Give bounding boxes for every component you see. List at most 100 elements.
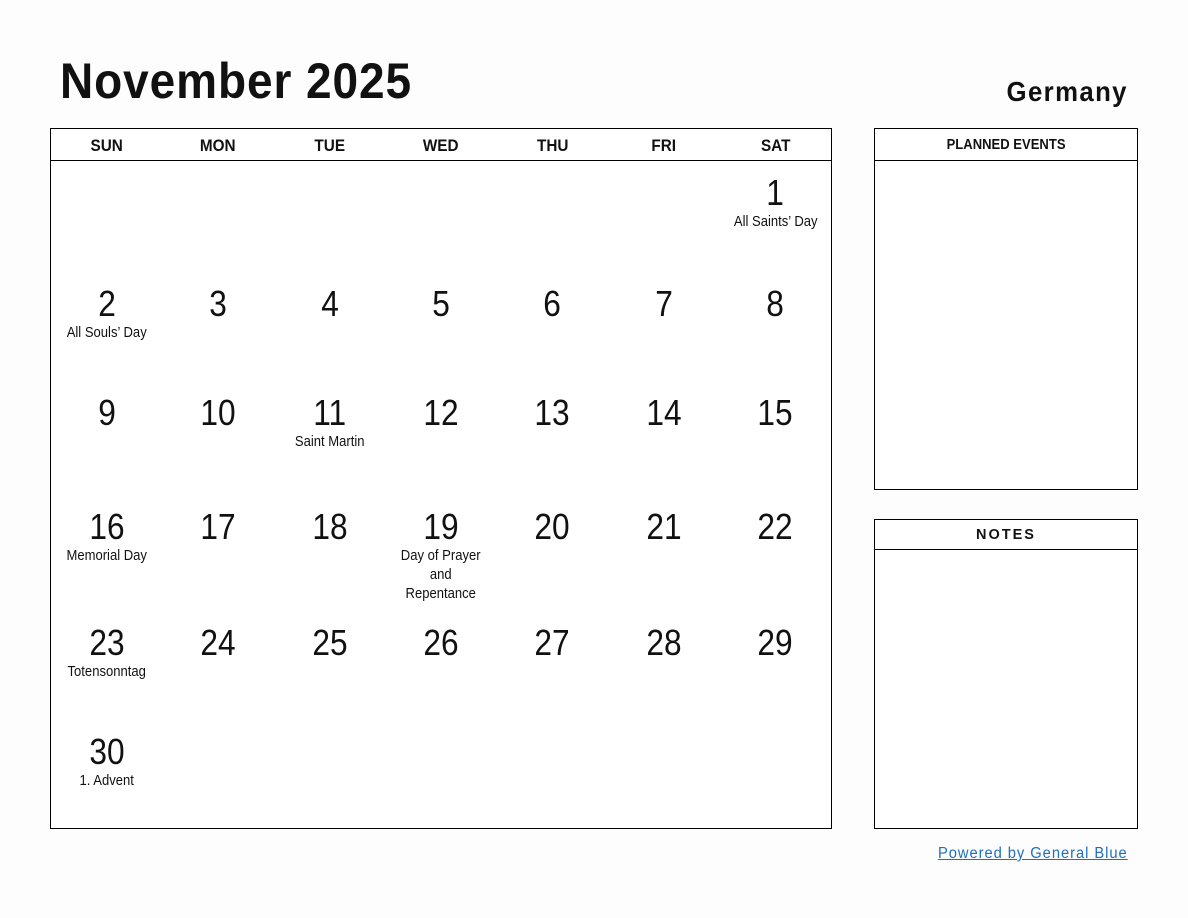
- weekday-tue: TUE: [314, 136, 345, 155]
- day-cell[interactable]: 4: [274, 272, 385, 381]
- day-number: 18: [311, 506, 348, 547]
- empty-cell: [497, 720, 608, 829]
- planned-events-label: PLANNED EVENTS: [946, 137, 1066, 153]
- day-number: 8: [766, 283, 785, 324]
- empty-cell: [385, 161, 496, 272]
- day-cell[interactable]: 8: [720, 272, 831, 381]
- empty-cell: [274, 720, 385, 829]
- day-number: 20: [534, 506, 571, 547]
- holiday-label-line: Repentance: [405, 586, 477, 602]
- day-number: 22: [757, 506, 793, 547]
- day-cell[interactable]: 6: [497, 272, 608, 381]
- day-number: 11: [313, 392, 347, 433]
- day-number: 23: [89, 622, 125, 663]
- empty-cell: [274, 161, 385, 272]
- empty-cell: [720, 720, 831, 829]
- month-calendar: SUN MON TUE WED THU FRI SAT 1 All Saints’…: [50, 128, 832, 829]
- holiday-label: Totensonntag: [67, 664, 146, 680]
- day-cell[interactable]: 10: [162, 381, 273, 495]
- powered-by-link[interactable]: Powered by General Blue: [938, 845, 1128, 863]
- day-number: 14: [646, 392, 682, 433]
- empty-cell: [162, 161, 273, 272]
- weekday-header: SUN MON TUE WED THU FRI SAT: [51, 129, 831, 161]
- day-number: 6: [543, 283, 562, 324]
- notes-panel: NOTES: [874, 519, 1138, 829]
- empty-cell: [51, 161, 162, 272]
- day-cell[interactable]: 16 Memorial Day: [51, 495, 162, 611]
- holiday-label: All Souls’ Day: [66, 325, 147, 341]
- day-number: 17: [200, 506, 236, 547]
- day-cell[interactable]: 2 All Souls’ Day: [51, 272, 162, 381]
- day-number: 4: [320, 283, 339, 324]
- day-cell[interactable]: 15: [720, 381, 831, 495]
- day-number: 1: [766, 172, 785, 213]
- day-cell[interactable]: 7: [608, 272, 719, 381]
- day-cell[interactable]: 24: [162, 611, 273, 720]
- weekday-mon: MON: [200, 136, 236, 155]
- empty-cell: [385, 720, 496, 829]
- day-cell[interactable]: 3: [162, 272, 273, 381]
- planned-events-panel: PLANNED EVENTS: [874, 128, 1138, 490]
- weekday-thu: THU: [536, 136, 569, 155]
- day-cell[interactable]: 17: [162, 495, 273, 611]
- day-number: 10: [200, 392, 236, 433]
- day-number: 21: [646, 506, 682, 547]
- day-cell[interactable]: 18: [274, 495, 385, 611]
- day-number: 16: [89, 506, 125, 547]
- day-cell[interactable]: 30 1. Advent: [51, 720, 162, 829]
- day-cell[interactable]: 19 Day of Prayer and Repentance: [385, 495, 496, 611]
- planned-events-area[interactable]: [875, 161, 1137, 489]
- day-cell[interactable]: 20: [497, 495, 608, 611]
- planned-events-header: PLANNED EVENTS: [875, 129, 1137, 161]
- holiday-label: 1. Advent: [79, 773, 134, 789]
- day-number: 25: [311, 622, 348, 663]
- day-cell[interactable]: 5: [385, 272, 496, 381]
- day-cell[interactable]: 11 Saint Martin: [274, 381, 385, 495]
- weekday-sat: SAT: [760, 136, 791, 155]
- day-number: 15: [757, 392, 793, 433]
- day-number: 24: [200, 622, 236, 663]
- day-cell[interactable]: 27: [497, 611, 608, 720]
- day-cell[interactable]: 21: [608, 495, 719, 611]
- day-number: 3: [209, 283, 227, 324]
- day-cell[interactable]: 12: [385, 381, 496, 495]
- day-number: 27: [534, 622, 571, 663]
- day-cell[interactable]: 28: [608, 611, 719, 720]
- holiday-label: Day of Prayer and Repentance: [391, 547, 491, 604]
- empty-cell: [608, 161, 719, 272]
- day-number: 12: [423, 392, 459, 433]
- notes-header: NOTES: [875, 520, 1137, 550]
- day-number: 26: [423, 622, 459, 663]
- holiday-label: Memorial Day: [66, 548, 147, 564]
- day-cell[interactable]: 23 Totensonntag: [51, 611, 162, 720]
- empty-cell: [162, 720, 273, 829]
- day-number: 13: [534, 392, 571, 433]
- day-cell[interactable]: 1 All Saints’ Day: [720, 161, 831, 272]
- day-cell[interactable]: 22: [720, 495, 831, 611]
- day-cell[interactable]: 29: [720, 611, 831, 720]
- day-cell[interactable]: 13: [497, 381, 608, 495]
- day-number: 29: [757, 622, 793, 663]
- day-cell[interactable]: 25: [274, 611, 385, 720]
- empty-cell: [497, 161, 608, 272]
- day-number: 30: [89, 731, 125, 772]
- day-number: 19: [423, 506, 459, 547]
- holiday-label-line: and: [430, 567, 452, 583]
- empty-cell: [608, 720, 719, 829]
- day-number: 9: [97, 392, 116, 433]
- weekday-wed: WED: [423, 136, 459, 155]
- day-number: 5: [432, 283, 450, 324]
- weekday-fri: FRI: [651, 136, 677, 155]
- day-number: 28: [646, 622, 682, 663]
- holiday-label: All Saints’ Day: [733, 214, 818, 230]
- notes-area[interactable]: [875, 550, 1137, 828]
- holiday-label-line: Day of Prayer: [401, 548, 481, 564]
- page-title: November 2025: [60, 53, 413, 109]
- country-label: Germany: [1006, 76, 1128, 107]
- holiday-label: Saint Martin: [294, 434, 365, 450]
- day-cell[interactable]: 26: [385, 611, 496, 720]
- day-cell[interactable]: 14: [608, 381, 719, 495]
- day-cell[interactable]: 9: [51, 381, 162, 495]
- day-number: 2: [97, 283, 116, 324]
- calendar-grid: 1 All Saints’ Day 2 All Souls’ Day 3 4 5 6 7 8 9 10…: [51, 161, 831, 829]
